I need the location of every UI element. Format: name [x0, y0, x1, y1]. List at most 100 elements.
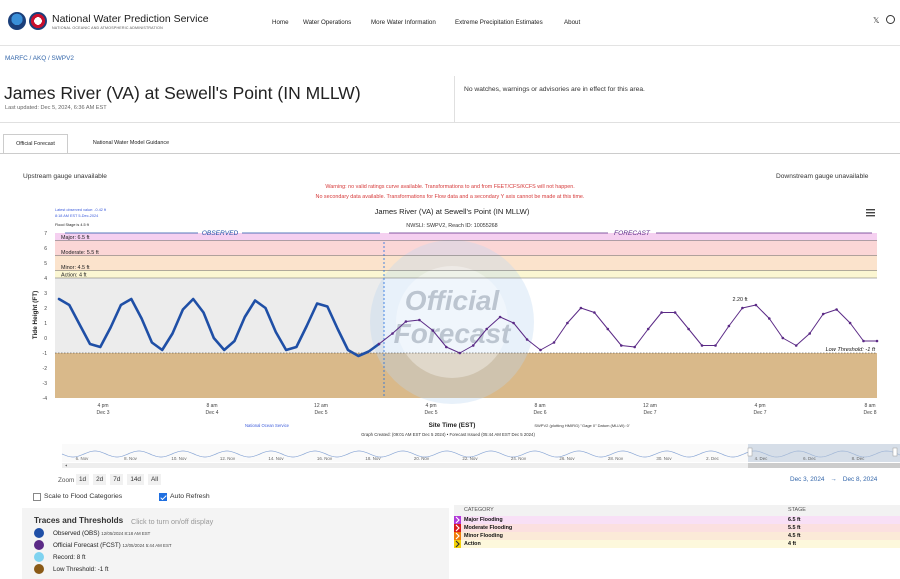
source-right-note: SWPV2 (plotting HMIRG) "Gage 0" Datum (M… — [534, 423, 630, 428]
downstream-gauge-link[interactable]: Downstream gauge unavailable — [776, 173, 868, 180]
x-tick-sublabel: Dec 8 — [863, 410, 876, 416]
category-stage: 6.5 ft — [788, 517, 801, 523]
navigator-date-label: 8. Nov — [124, 456, 137, 461]
forecast-point — [620, 344, 623, 347]
forecast-point — [525, 338, 529, 341]
forecast-point — [862, 339, 865, 343]
record-legend-dot[interactable] — [34, 552, 44, 562]
forecast-point — [700, 344, 704, 347]
major-chevron-icon — [454, 516, 461, 524]
y-axis-label: Tide Height (FT) — [32, 291, 39, 340]
tab-underline — [0, 153, 900, 154]
legend-item-record[interactable]: Record: 8 ft — [53, 554, 86, 561]
category-row-major: Major Flooding 6.5 ft — [454, 516, 900, 524]
hamburger-menu-icon[interactable] — [866, 209, 875, 217]
flood-stage-note: Flood Stage is 4.5 ft — [55, 223, 90, 227]
forecast-point — [794, 344, 798, 347]
navigator-date-label: 4. Dec — [755, 456, 768, 461]
flood-category-table: CATEGORY STAGE Major Flooding 6.5 ft Mod… — [454, 505, 900, 579]
navigator-scrollbar-thumb[interactable] — [748, 463, 900, 468]
scale-flood-checkbox[interactable] — [33, 493, 41, 501]
zoom-2d-button[interactable]: 2d — [93, 474, 107, 485]
warning-ratings: Warning: no valid ratings curve availabl… — [325, 184, 575, 190]
nav-water-operations[interactable]: Water Operations — [303, 19, 351, 26]
zoom-label: Zoom — [58, 477, 75, 484]
auto-refresh-label[interactable]: Auto Refresh — [170, 493, 210, 500]
navigator-date-label: 20. Nov — [414, 456, 430, 461]
nav-home[interactable]: Home — [272, 19, 289, 26]
forecast-point — [404, 320, 408, 323]
noaa-logo[interactable] — [8, 12, 26, 30]
forecast-label: FORECAST — [614, 230, 651, 237]
x-axis-label: Site Time (EST) — [429, 422, 476, 429]
x-tick-sublabel: Dec 7 — [643, 410, 656, 416]
moderate-chevron-icon — [454, 524, 461, 532]
zoom-14d-button[interactable]: 14d — [127, 474, 144, 485]
legend-item-observed[interactable]: Observed (OBS) 12/05/2024 8:18 AM EST — [53, 530, 150, 537]
chart-title: James River (VA) at Sewell's Point (IN M… — [375, 207, 530, 216]
scale-flood-label[interactable]: Scale to Flood Categories — [44, 493, 122, 500]
x-icon[interactable]: 𝕏 — [873, 16, 879, 25]
y-tick-label: -4 — [43, 396, 48, 402]
stage-header: STAGE — [788, 507, 806, 513]
navigator-date-label: 8. Dec — [852, 456, 865, 461]
date-range-to[interactable]: Dec 8, 2024 — [843, 476, 877, 483]
forecast-point — [768, 317, 771, 320]
github-icon[interactable] — [886, 15, 895, 24]
hamburger-bar — [866, 215, 875, 217]
breadcrumb[interactable]: MARFC / AKQ / SWPV2 — [5, 55, 74, 62]
tab-official-forecast[interactable]: Official Forecast — [3, 134, 68, 154]
auto-refresh-checkbox[interactable] — [159, 493, 167, 501]
forecast-point — [808, 332, 811, 335]
action-chevron-icon — [454, 540, 461, 548]
category-row-minor: Minor Flooding 4.5 ft — [454, 532, 900, 540]
low-threshold-legend-dot[interactable] — [34, 564, 44, 574]
nav-more-water-information[interactable]: More Water Information — [371, 19, 436, 26]
observed-legend-dot[interactable] — [34, 528, 44, 538]
zoom-all-button[interactable]: All — [148, 474, 162, 485]
section-divider — [0, 122, 900, 123]
nav-extreme-precipitation[interactable]: Extreme Precipitation Estimates — [455, 19, 543, 26]
date-range-from[interactable]: Dec 3, 2024 — [790, 476, 824, 483]
date-range[interactable]: Dec 3, 2024 → Dec 8, 2024 — [790, 476, 877, 483]
nav-about[interactable]: About — [564, 19, 580, 26]
forecast-point — [821, 312, 825, 316]
tab-national-water-model[interactable]: National Water Model Guidance — [72, 134, 190, 154]
date-range-separator: → — [830, 476, 837, 483]
navigator-date-label: 16. Nov — [317, 456, 333, 461]
y-tick-label: 4 — [44, 276, 47, 282]
legend-item-forecast[interactable]: Official Forecast (FCST) 12/05/2024 5:44… — [53, 542, 172, 549]
forecast-point — [848, 321, 852, 325]
navigator-selected-range[interactable] — [748, 444, 900, 462]
forecast-legend-dot[interactable] — [34, 540, 44, 550]
x-tick-label: 4 pm — [425, 403, 436, 409]
threshold-label: Minor: 4.5 ft — [61, 265, 90, 271]
category-row-moderate: Moderate Flooding 5.5 ft — [454, 524, 900, 532]
nws-logo[interactable] — [29, 12, 47, 30]
hamburger-bar — [866, 209, 875, 211]
threshold-label: Action: 4 ft — [61, 273, 87, 279]
brand-title[interactable]: National Water Prediction Service — [52, 13, 209, 25]
x-tick-label: 12 am — [314, 403, 328, 409]
zoom-1d-button[interactable]: 1d — [76, 474, 90, 485]
category-header: CATEGORY — [464, 507, 494, 513]
forecast-point — [566, 321, 569, 325]
navigator-right-handle[interactable] — [892, 447, 898, 457]
navigator-date-label: 6. Dec — [803, 456, 816, 461]
navigator-date-label: 24. Nov — [511, 456, 527, 461]
legend-forecast-text: Official Forecast (FCST) — [53, 542, 121, 549]
forecast-point — [741, 306, 744, 310]
header-divider — [454, 76, 455, 122]
forecast-point — [445, 345, 448, 349]
zoom-7d-button[interactable]: 7d — [110, 474, 124, 485]
chart-navigator[interactable]: 6. Nov 8. Nov 10. Nov 12. Nov 14. Nov 16. Nov… — [0, 440, 900, 470]
forecast-point — [498, 315, 502, 319]
legend-observed-text: Observed (OBS) — [53, 530, 100, 537]
threshold-band — [55, 233, 877, 241]
navigator-left-handle[interactable] — [747, 447, 753, 457]
legend-item-low-threshold[interactable]: Low Threshold: -1 ft — [53, 566, 109, 573]
forecast-point — [660, 311, 663, 314]
upstream-gauge-link[interactable]: Upstream gauge unavailable — [23, 173, 107, 180]
x-tick-sublabel: Dec 5 — [424, 410, 437, 416]
category-name: Minor Flooding — [464, 533, 503, 539]
